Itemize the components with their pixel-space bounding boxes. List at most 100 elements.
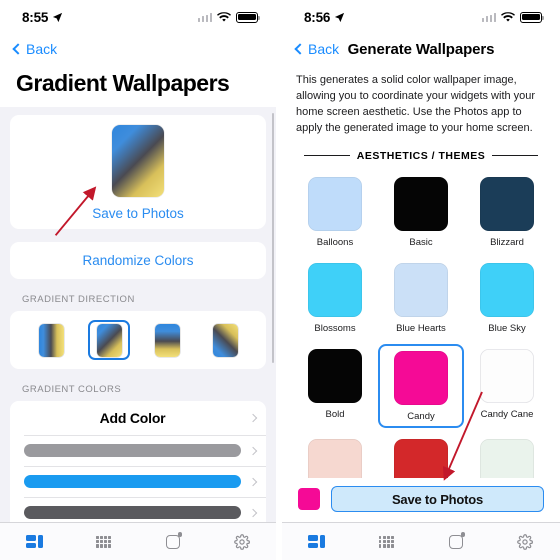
direction-option-vertical[interactable] <box>146 320 188 360</box>
theme-cell-blue-sky[interactable]: Blue Sky <box>464 258 550 338</box>
theme-label: Candy <box>407 410 435 422</box>
status-time-left: 8:55 <box>22 10 63 25</box>
theme-swatch <box>480 176 534 231</box>
location-arrow-icon <box>53 12 63 22</box>
right-scroll-area[interactable]: This generates a solid color wallpaper i… <box>282 64 560 478</box>
color-row-3[interactable] <box>10 497 266 522</box>
save-to-photos-link[interactable]: Save to Photos <box>92 197 184 221</box>
aesthetics-themes-divider: AESTHETICS / THEMES <box>282 137 560 172</box>
theme-cell-blizzard[interactable]: Blizzard <box>464 172 550 252</box>
theme-cell-candy-cane[interactable]: Candy Cane <box>464 344 550 428</box>
randomize-colors-label: Randomize Colors <box>82 253 194 268</box>
theme-cell-candy[interactable]: Candy <box>378 343 464 428</box>
theme-swatch <box>394 262 448 317</box>
page-title-left: Gradient Wallpapers <box>16 70 230 96</box>
save-to-photos-button[interactable]: Save to Photos <box>331 486 544 512</box>
color-row-1[interactable] <box>10 435 266 466</box>
add-color-label: Add Color <box>99 410 166 426</box>
chevron-right-icon <box>248 477 258 486</box>
divider-line-left <box>304 155 350 157</box>
randomize-colors-card[interactable]: Randomize Colors <box>10 242 266 279</box>
back-button-right[interactable]: Back <box>294 41 339 57</box>
tab-bar-right <box>282 522 560 560</box>
tab-settings-right[interactable] <box>508 530 542 554</box>
tab-square-badge-right[interactable] <box>439 530 473 554</box>
theme-cell-blue-hearts[interactable]: Blue Hearts <box>378 258 464 338</box>
theme-label: Candy Cane <box>480 408 534 420</box>
theme-label: Blossoms <box>314 322 356 334</box>
theme-swatch <box>308 438 362 478</box>
widgets-icon <box>26 535 43 548</box>
add-color-row[interactable]: Add Color <box>10 401 266 435</box>
theme-label: Balloons <box>316 236 354 248</box>
direction-option-diagonal-reverse[interactable] <box>204 320 246 360</box>
square-badge-icon <box>448 532 466 549</box>
tab-grid-left[interactable] <box>87 530 121 554</box>
divider-line-right <box>492 155 539 157</box>
color-bar-3 <box>24 506 241 519</box>
theme-swatch <box>480 438 534 478</box>
direction-swatch-diagonal-reverse <box>212 323 238 357</box>
wallpaper-preview-card: Save to Photos <box>10 115 266 229</box>
nav-bar-right: Back Generate Wallpapers <box>282 34 560 64</box>
theme-label: Basic <box>409 236 433 248</box>
grid-icon <box>96 535 111 548</box>
grid-icon <box>378 535 394 548</box>
selected-color-swatch <box>298 488 320 510</box>
left-scroll-area[interactable]: Save to Photos Randomize Colors GRADIENT… <box>0 107 276 522</box>
chevron-left-icon <box>294 43 306 55</box>
back-label: Back <box>26 41 58 57</box>
theme-cell-blossoms[interactable]: Blossoms <box>292 258 378 338</box>
description-text: This generates a solid color wallpaper i… <box>296 74 536 134</box>
gradient-colors-header: GRADIENT COLORS <box>22 384 122 395</box>
theme-swatch <box>308 176 362 231</box>
color-bar-2 <box>24 475 241 488</box>
status-time-text: 8:55 <box>22 9 49 25</box>
gradient-direction-header: GRADIENT DIRECTION <box>22 294 135 305</box>
wifi-icon <box>501 11 515 22</box>
chevron-right-icon <box>248 508 258 517</box>
theme-swatch <box>480 348 534 403</box>
color-row-2[interactable] <box>10 466 266 497</box>
tab-widgets-right[interactable] <box>300 530 334 554</box>
tab-bar-left <box>0 522 276 560</box>
status-time-text: 8:56 <box>304 9 331 25</box>
direction-option-diagonal[interactable] <box>88 320 130 360</box>
tab-grid-right[interactable] <box>369 530 403 554</box>
theme-cell-balloons[interactable]: Balloons <box>292 172 378 252</box>
direction-swatch-diagonal <box>96 323 122 357</box>
theme-swatch <box>480 262 534 317</box>
tab-square-badge-left[interactable] <box>156 530 190 554</box>
theme-cell-bold[interactable]: Bold <box>292 344 378 428</box>
direction-swatch-horizontal <box>38 323 64 357</box>
direction-option-horizontal[interactable] <box>30 320 72 360</box>
gear-icon <box>233 533 250 550</box>
screenshot-stage: 8:55 Back Gradient Wallpapers Save to Ph… <box>0 0 560 560</box>
theme-swatch <box>308 348 362 403</box>
theme-cell-basic[interactable]: Basic <box>378 172 464 252</box>
battery-icon <box>520 11 545 23</box>
left-phone-screen: 8:55 Back Gradient Wallpapers Save to Ph… <box>0 0 278 560</box>
save-bar: Save to Photos <box>282 478 560 522</box>
tab-settings-left[interactable] <box>225 530 259 554</box>
theme-cell-row4-1[interactable] <box>292 434 378 478</box>
scrollbar-left[interactable] <box>271 113 274 363</box>
back-button-left[interactable]: Back <box>12 41 58 57</box>
chevron-right-icon <box>248 413 258 423</box>
tab-widgets-left[interactable] <box>18 530 52 554</box>
chevron-right-icon <box>248 446 258 455</box>
widgets-icon <box>308 535 326 548</box>
square-badge-icon <box>165 532 182 549</box>
location-arrow-icon <box>335 12 345 22</box>
theme-cell-row4-3[interactable] <box>464 434 550 478</box>
gradient-preview-thumbnail <box>112 125 164 197</box>
gradient-colors-list: Add Color <box>10 401 266 522</box>
status-time-right: 8:56 <box>304 10 345 25</box>
theme-label: Blue Sky <box>488 322 526 334</box>
status-indicators-left <box>197 11 261 23</box>
theme-swatch <box>394 176 448 231</box>
signal-dots-icon <box>481 13 496 22</box>
theme-cell-row4-2[interactable] <box>378 434 464 478</box>
right-phone-screen: 8:56 Back Generate Wallpapers This gener… <box>282 0 560 560</box>
status-indicators-right <box>481 11 545 23</box>
